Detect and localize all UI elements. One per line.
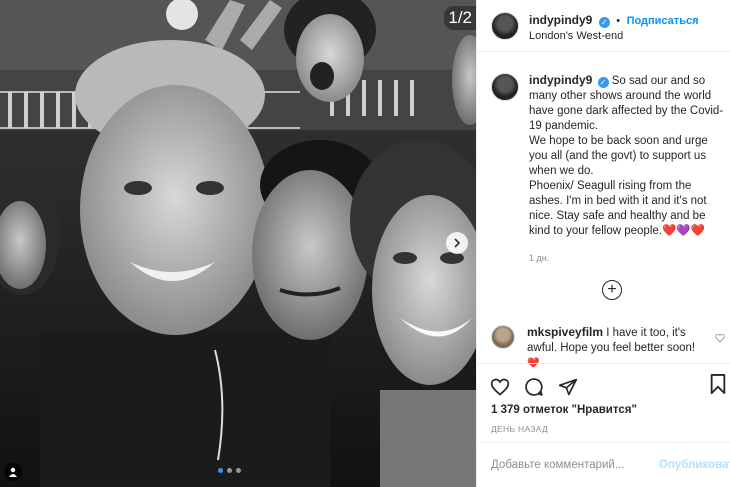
caption-line: So sad our and so [611, 75, 706, 87]
author-username[interactable]: indypindy9 [529, 13, 592, 27]
chevron-right-icon [454, 238, 461, 248]
follow-button[interactable]: Подписаться [627, 15, 699, 27]
comment-input[interactable] [491, 459, 651, 471]
plus-icon: + [607, 281, 617, 298]
caption-line: kind to your fellow people. [529, 225, 662, 237]
header-separator: • [616, 15, 621, 27]
verified-badge-icon: ✓ [598, 17, 610, 28]
caption-line: you all (and the govt) to support us [529, 150, 707, 162]
caption-line: many other shows around the world [529, 90, 712, 102]
post-date[interactable]: ДЕНЬ НАЗАД [477, 416, 730, 434]
bookmark-icon [710, 374, 726, 394]
post-photo[interactable]: 1/2 [0, 0, 476, 487]
like-button[interactable] [489, 376, 511, 398]
caption-line: Phoenix/ Seagull rising from the [529, 180, 692, 192]
caption-line: We hope to be back soon and urge [529, 135, 708, 147]
heart-icon [490, 378, 510, 396]
comment-text: awful. Hope you feel better soon! [527, 342, 696, 354]
verified-badge-icon: ✓ [597, 77, 609, 88]
caption-line: when we do. [529, 165, 594, 177]
caption-line: nice. Stay safe and healthy and be [529, 210, 706, 222]
post-location[interactable]: London's West-end [529, 29, 699, 44]
save-button[interactable] [709, 374, 727, 399]
author-avatar[interactable] [491, 12, 519, 40]
caption-author-avatar[interactable] [491, 73, 519, 101]
caption-line: 19 pandemic. [529, 120, 599, 132]
user-tag-icon [9, 467, 17, 477]
user-tag-button[interactable] [4, 463, 22, 481]
caption-timestamp[interactable]: 1 дн. [529, 251, 725, 266]
comment-button[interactable] [523, 376, 545, 398]
next-photo-button[interactable] [446, 232, 468, 254]
photo-counter: 1/2 [444, 6, 476, 30]
post-actions-section: 1 379 отметок "Нравится" ДЕНЬ НАЗАД [477, 363, 730, 434]
commenter-avatar[interactable] [491, 325, 515, 349]
comment-icon [525, 378, 543, 396]
post-caption: indypindy9 ✓ So sad our and so many othe… [491, 73, 727, 266]
add-comment-bar: Опубликовать [477, 442, 730, 487]
share-icon [558, 378, 578, 396]
carousel-dot-active [218, 468, 223, 473]
post-actions-bar [477, 364, 730, 400]
carousel-dot [236, 468, 241, 473]
caption-username[interactable]: indypindy9 [529, 73, 592, 87]
publish-button[interactable]: Опубликовать [659, 459, 730, 471]
caption-emoji: ❤️💜❤️ [661, 225, 705, 237]
post-side-panel: indypindy9 ✓ • Подписаться London's West… [476, 0, 730, 487]
photo-image [0, 0, 476, 487]
caption-line: have gone dark affected by the Covid- [529, 105, 724, 117]
post-header: indypindy9 ✓ • Подписаться London's West… [477, 0, 730, 52]
caption-line: ashes. I'm in bed with it and it's not [529, 195, 707, 207]
carousel-dots [218, 468, 241, 473]
likes-count[interactable]: 1 379 отметок "Нравится" [477, 400, 730, 416]
share-button[interactable] [557, 376, 579, 398]
commenter-username[interactable]: mkspiveyfilm [527, 325, 603, 339]
carousel-dot [227, 468, 232, 473]
heart-icon [715, 333, 725, 343]
comment-like-button[interactable] [715, 333, 725, 346]
load-more-comments-button[interactable]: + [602, 280, 622, 300]
comment-text: I have it too, it's [606, 327, 686, 339]
